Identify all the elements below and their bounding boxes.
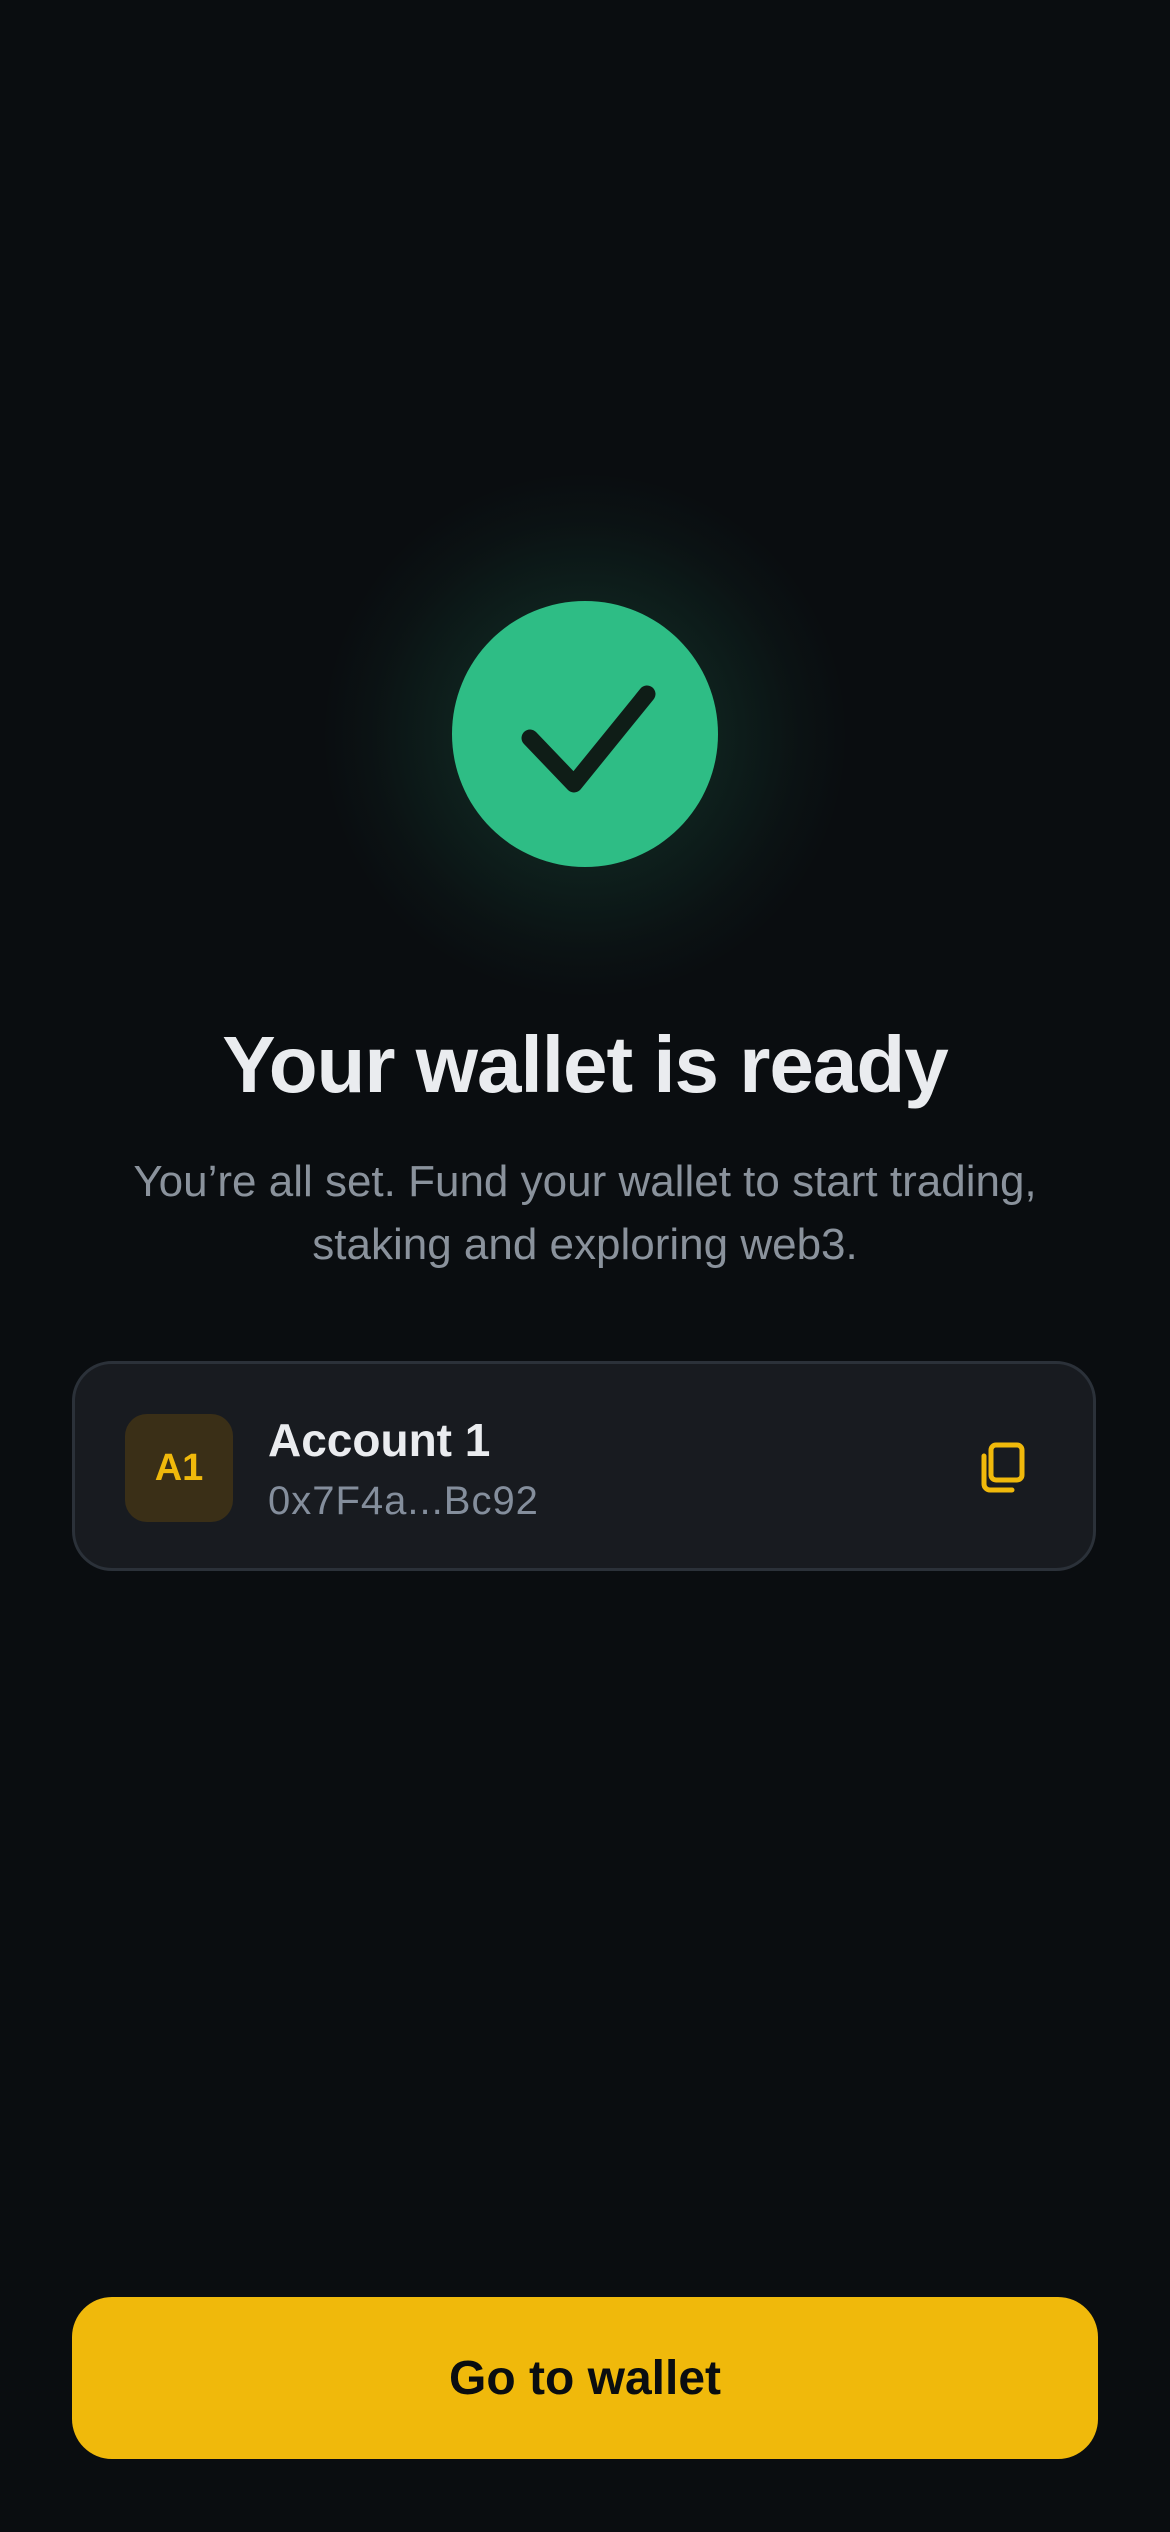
go-to-wallet-button[interactable]: Go to wallet: [72, 2297, 1098, 2459]
account-address: 0x7F4a...Bc92: [268, 1479, 539, 1523]
copy-address-button[interactable]: [969, 1435, 1035, 1501]
wallet-ready-screen: Your wallet is ready You’re all set. Fun…: [0, 0, 1170, 2532]
copy-icon: [981, 1442, 1025, 1493]
page-title: Your wallet is ready: [222, 1020, 948, 1109]
success-badge: [452, 601, 718, 867]
account-avatar: A1: [125, 1414, 233, 1522]
checkmark-icon: [521, 685, 656, 793]
account-name: Account 1: [268, 1414, 491, 1466]
account-card: A1 Account 1 0x7F4a...Bc92: [72, 1361, 1096, 1571]
page-subtitle: You’re all set. Fund your wallet to star…: [133, 1157, 1037, 1269]
